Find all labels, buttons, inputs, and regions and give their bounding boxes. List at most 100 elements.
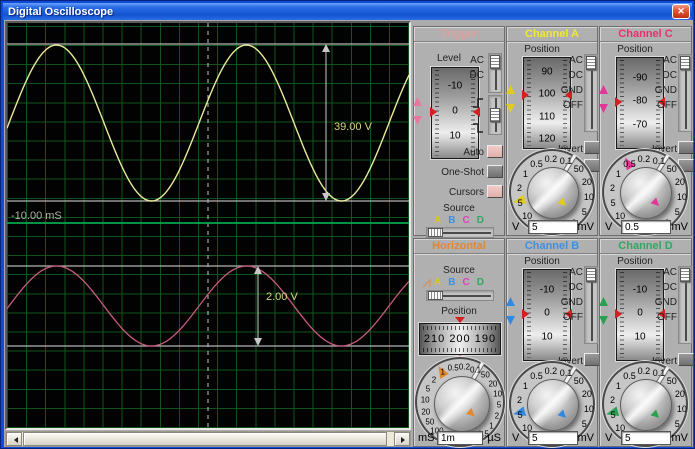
channel-a-panel: Channel A Position 90 100 110 120 AC DC … <box>505 26 600 236</box>
source-b: B <box>448 215 456 226</box>
gauge-label: -70 <box>632 119 648 131</box>
position-label: Position <box>441 306 477 317</box>
knob-scale-label: 2 <box>610 394 616 405</box>
knob-scale-label: 5 <box>581 206 587 217</box>
up-arrow-icon[interactable] <box>506 85 515 94</box>
window-title: Digital Oscilloscope <box>8 5 114 18</box>
trigger-edge-slider[interactable] <box>488 95 502 135</box>
slider-handle[interactable] <box>490 108 500 122</box>
knob-scale-label: 10 <box>583 404 594 415</box>
position-readout[interactable]: 210 200 190 <box>419 317 501 361</box>
knob-scale-label: 0.2 <box>544 366 558 377</box>
trigger-level-arrows[interactable] <box>412 97 423 125</box>
unit-left: V <box>512 432 520 444</box>
down-arrow-icon[interactable] <box>506 104 515 113</box>
up-arrow-icon[interactable] <box>506 297 515 306</box>
channel-c-header: Channel C <box>600 27 691 42</box>
timebase-value[interactable]: 1m <box>437 431 483 445</box>
cursors-label: Cursors <box>448 187 484 198</box>
horizontal-source-slider[interactable] <box>426 290 494 301</box>
unit-right: µS <box>487 432 501 444</box>
channel-a-title: Channel A <box>525 28 579 40</box>
ac-label: AC <box>470 55 484 66</box>
channel-b-position-arrows[interactable] <box>505 297 516 325</box>
knob-scale-label: 0.2 <box>637 366 651 377</box>
slider-handle[interactable] <box>428 291 443 300</box>
knob-scale-label: 2 <box>494 411 500 421</box>
knob-scale-label: 10 <box>583 192 594 203</box>
scroll-left-button[interactable] <box>6 432 22 446</box>
source-a: A <box>434 277 442 288</box>
gnd-label: GND <box>560 85 583 96</box>
trigger-source-slider[interactable] <box>426 227 494 238</box>
up-arrow-icon[interactable] <box>599 85 608 94</box>
knob-scale-label: 20 <box>581 177 592 188</box>
knob-scale-label: 0.5 <box>623 158 636 169</box>
title-bar[interactable]: Digital Oscilloscope ✕ <box>3 3 692 20</box>
horizontal-title: Horizontal <box>432 240 486 252</box>
knob-scale-label: 0.1 <box>559 368 573 379</box>
cursor-lines[interactable] <box>7 23 409 428</box>
ac-label: AC <box>663 55 677 66</box>
slider-handle[interactable] <box>680 56 690 70</box>
down-arrow-icon[interactable] <box>599 104 608 113</box>
down-arrow-icon[interactable] <box>413 116 422 125</box>
down-arrow-icon[interactable] <box>506 316 515 325</box>
gain-value[interactable]: 5 <box>528 220 578 234</box>
slider-handle[interactable] <box>586 56 596 70</box>
trigger-coupling-slider[interactable] <box>488 53 502 93</box>
source-c: C <box>462 215 470 226</box>
auto-label: Auto <box>463 147 484 158</box>
one-shot-button[interactable] <box>487 165 503 178</box>
slider-handle[interactable] <box>680 268 690 282</box>
gauge-label: -10 <box>447 80 463 92</box>
off-label: OFF <box>563 312 583 323</box>
off-label: OFF <box>657 100 677 111</box>
position-label: Position <box>617 44 653 55</box>
dc-label: DC <box>662 282 677 293</box>
gain-value[interactable]: 5 <box>528 431 578 445</box>
channel-b-title: Channel B <box>524 240 580 252</box>
knob-scale-label: 0.5 <box>530 370 543 381</box>
cursors-button[interactable] <box>487 185 503 198</box>
channel-c-position-arrows[interactable] <box>598 85 609 113</box>
slider-handle[interactable] <box>490 55 500 69</box>
coupling-slider[interactable] <box>678 266 692 344</box>
coupling-slider[interactable] <box>584 54 598 132</box>
gauge-label: 120 <box>538 133 556 145</box>
position-label: Position <box>617 256 653 267</box>
up-arrow-icon[interactable] <box>599 297 608 306</box>
slider-handle[interactable] <box>428 228 443 237</box>
scroll-right-button[interactable] <box>394 432 410 446</box>
horizontal-source-letters: A B C D <box>414 277 504 288</box>
gain-value[interactable]: 5 <box>621 431 671 445</box>
knob-scale-label: 2 <box>610 182 616 193</box>
one-shot-label: One-Shot <box>441 167 484 178</box>
dc-label: DC <box>662 70 677 81</box>
auto-button[interactable] <box>487 145 503 158</box>
knob-scale-label: 1 <box>440 367 445 377</box>
channel-d-position-arrows[interactable] <box>598 297 609 325</box>
close-button[interactable]: ✕ <box>672 4 690 19</box>
knob-scale-label: 5 <box>674 206 680 217</box>
gain-value[interactable]: 0.5 <box>621 220 671 234</box>
time-cursor-label: -10.00 mS <box>11 210 62 222</box>
knob-scale-label: 0.1 <box>652 368 666 379</box>
knob-scale-label: 50 <box>425 417 435 427</box>
coupling-slider[interactable] <box>584 266 598 344</box>
up-arrow-icon[interactable] <box>413 97 422 106</box>
channel-a-position-arrows[interactable] <box>505 85 516 113</box>
unit-left: V <box>512 221 520 233</box>
gnd-label: GND <box>654 297 677 308</box>
scope-display: 39.00 V 2.00 V -10.00 mS <box>5 21 411 430</box>
unit-left: V <box>605 432 613 444</box>
knob-scale-label: 0.1 <box>469 365 482 375</box>
coupling-slider[interactable] <box>678 54 692 132</box>
horizontal-scrollbar[interactable] <box>5 431 411 447</box>
slider-handle[interactable] <box>586 268 596 282</box>
down-arrow-icon[interactable] <box>599 316 608 325</box>
knob-scale-label: 5 <box>610 410 616 421</box>
scroll-thumb[interactable] <box>23 432 387 446</box>
unit-right: mV <box>577 221 595 233</box>
knob-scale-label: 1 <box>522 168 528 179</box>
